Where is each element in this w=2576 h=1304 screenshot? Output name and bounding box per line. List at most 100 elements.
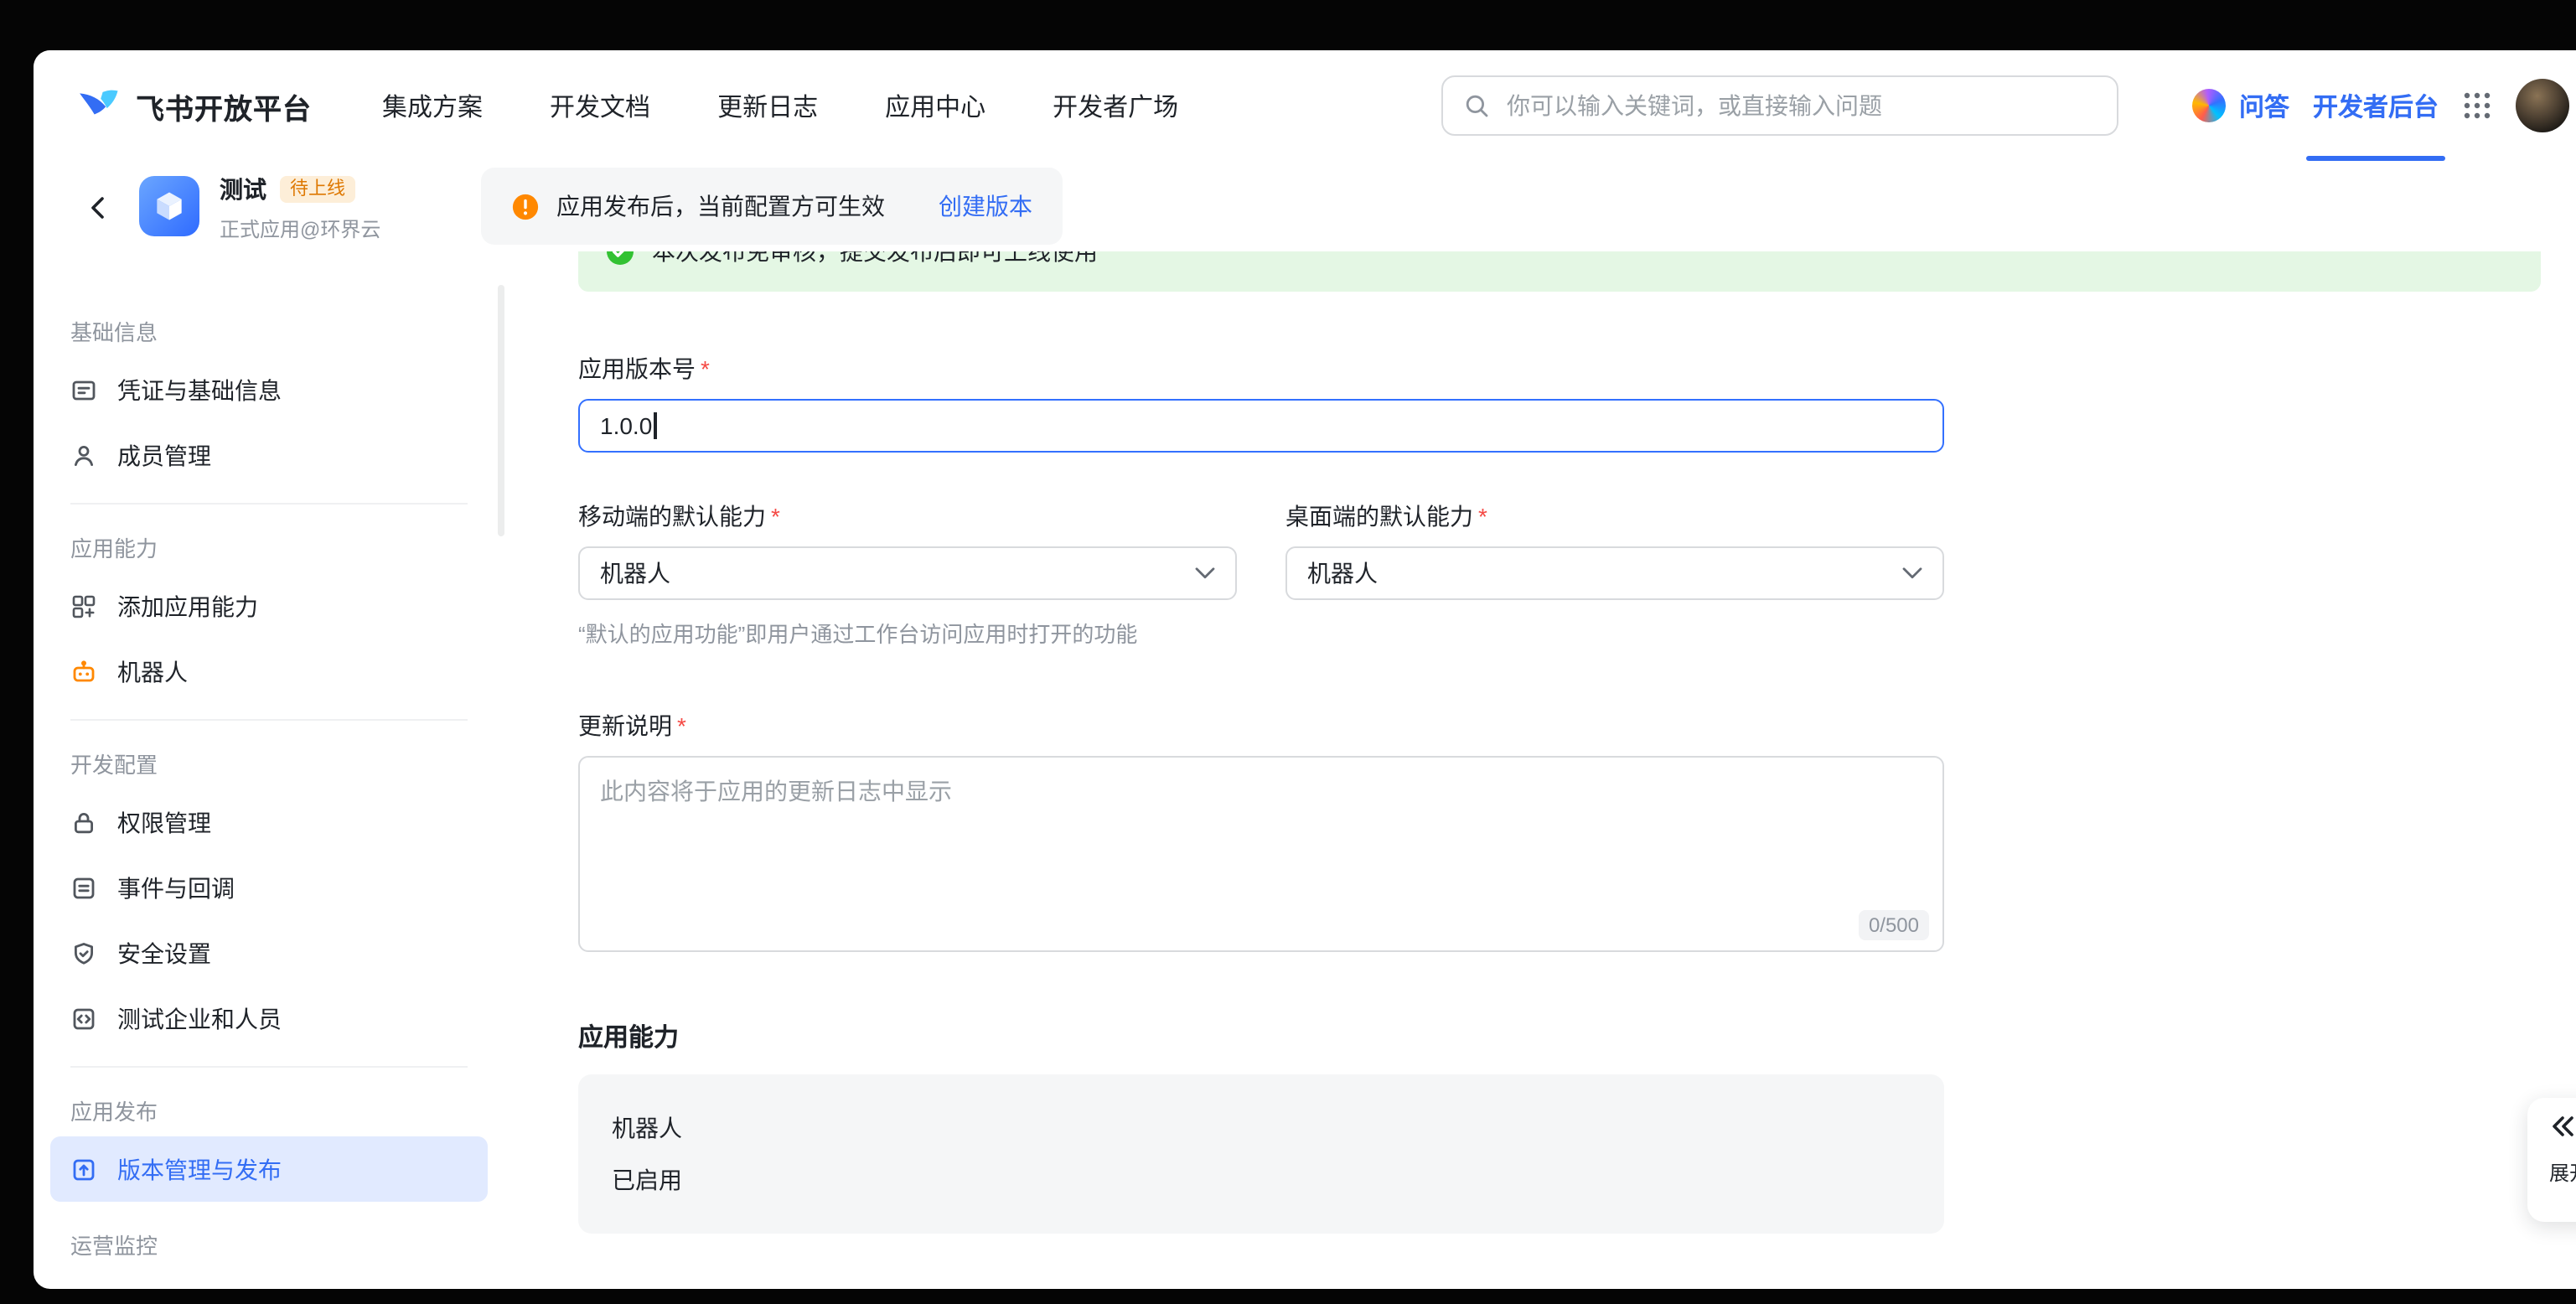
sidebar-item-label: 机器人 [117, 655, 188, 688]
sidebar-item-label: 添加应用能力 [117, 589, 258, 623]
release-notes-textarea[interactable]: 此内容将于应用的更新日志中显示 0/500 [578, 756, 1944, 952]
sidebar-item-label: 版本管理与发布 [117, 1152, 282, 1186]
sidebar-item-members[interactable]: 成员管理 [50, 422, 488, 488]
create-version-link[interactable]: 创建版本 [939, 189, 1032, 223]
nav-item-app-center[interactable]: 应用中心 [885, 88, 985, 123]
back-button[interactable] [80, 189, 117, 226]
nav-item-integration[interactable]: 集成方案 [382, 88, 483, 123]
permission-icon [70, 809, 97, 836]
event-callback-icon [70, 874, 97, 901]
sidebar-item-label: 测试企业和人员 [117, 1001, 282, 1035]
app-icon [139, 176, 199, 236]
search-box[interactable] [1441, 75, 2118, 136]
chevron-left-icon [84, 193, 114, 223]
brand: 飞书开放平台 [77, 85, 312, 127]
nav-item-dev-plaza[interactable]: 开发者广场 [1053, 88, 1178, 123]
chevron-down-icon [1195, 567, 1215, 580]
sidebar-item-label: 权限管理 [117, 805, 211, 839]
default-capability-hint: “默认的应用功能”即用户通过工作台访问应用时打开的功能 [578, 617, 2541, 649]
console-label: 开发者后台 [2313, 88, 2439, 123]
search-icon [1463, 92, 1490, 119]
sidebar-item-permissions[interactable]: 权限管理 [50, 789, 488, 855]
qa-link[interactable]: 问答 [2239, 88, 2289, 123]
sidebar-item-label: 事件与回调 [117, 871, 235, 904]
sidebar-group-title-release: 应用发布 [70, 1094, 468, 1126]
sidebar-group-title-basic: 基础信息 [70, 315, 468, 347]
sidebar-item-events-callbacks[interactable]: 事件与回调 [50, 855, 488, 920]
required-mark: * [1478, 503, 1487, 530]
version-value: 1.0.0 [600, 412, 652, 439]
sidebar-item-label: 凭证与基础信息 [117, 373, 282, 406]
active-tab-underline [2306, 156, 2445, 161]
sidebar-item-bot[interactable]: 机器人 [50, 639, 488, 704]
console-link[interactable]: 开发者后台 [2313, 50, 2439, 161]
sidebar-item-label: 安全设置 [117, 936, 211, 970]
sidebar-group-title-monitor: 运营监控 [70, 1229, 468, 1260]
release-notes-placeholder: 此内容将于应用的更新日志中显示 [600, 778, 952, 805]
sidebar-item-label: 成员管理 [117, 438, 211, 472]
desktop-capability-label: 桌面端的默认能力* [1285, 499, 1944, 533]
feishu-logo [77, 87, 121, 124]
version-label: 应用版本号* [578, 352, 2541, 386]
desktop-capability-value: 机器人 [1307, 556, 1378, 590]
expand-panel-button[interactable]: 展开 [2527, 1098, 2576, 1222]
capability-status: 已启用 [612, 1163, 1911, 1197]
chevron-down-icon [1902, 567, 1922, 580]
bot-icon [70, 658, 97, 685]
qa-gradient-icon [2192, 89, 2226, 122]
version-release-icon [70, 1156, 97, 1182]
members-icon [70, 442, 97, 468]
success-banner: 本次发布免审核，提交发布后即可上线使用 [578, 251, 2541, 292]
sidebar-item-version-release[interactable]: 版本管理与发布 [50, 1136, 488, 1202]
mobile-capability-select[interactable]: 机器人 [578, 546, 1237, 600]
mobile-capability-label: 移动端的默认能力* [578, 499, 1237, 533]
version-input[interactable]: 1.0.0 [578, 399, 1944, 453]
header-actions: 问答 开发者后台 [2192, 50, 2573, 161]
brand-title: 飞书开放平台 [136, 85, 312, 127]
text-caret [654, 412, 656, 439]
sidebar: 基础信息 凭证与基础信息 成员管理 应用能力 添加应用能力 [50, 265, 488, 1289]
primary-nav: 集成方案 开发文档 更新日志 应用中心 开发者广场 [382, 88, 1178, 123]
capability-panel: 机器人 已启用 [578, 1074, 1944, 1234]
sidebar-group-title-devconfig: 开发配置 [70, 748, 468, 779]
expand-label: 展开 [2549, 1158, 2576, 1187]
mobile-capability-value: 机器人 [600, 556, 670, 590]
security-icon [70, 939, 97, 966]
main-content: 本次发布免审核，提交发布后即可上线使用 应用版本号* 1.0.0 移动端的默认能… [578, 251, 2541, 1289]
capability-section-title: 应用能力 [578, 1019, 2541, 1054]
double-chevron-left-icon [2549, 1115, 2576, 1138]
required-mark: * [771, 503, 780, 530]
app-meta: 测试 待上线 正式应用@环界云 [220, 173, 380, 243]
cube-icon [151, 188, 188, 225]
release-notes-label: 更新说明* [578, 709, 2541, 743]
sidebar-item-test-users[interactable]: 测试企业和人员 [50, 986, 488, 1051]
status-badge: 待上线 [280, 176, 355, 203]
warning-icon [511, 192, 540, 220]
avatar[interactable] [2516, 79, 2569, 132]
sidebar-group-title-capability: 应用能力 [70, 531, 468, 563]
char-counter: 0/500 [1859, 910, 1929, 940]
desktop-capability-select[interactable]: 机器人 [1285, 546, 1944, 600]
sidebar-item-credentials[interactable]: 凭证与基础信息 [50, 357, 488, 422]
success-check-icon [605, 251, 635, 266]
divider [70, 503, 468, 505]
capability-name: 机器人 [612, 1111, 1911, 1145]
nav-item-changelog[interactable]: 更新日志 [717, 88, 818, 123]
required-mark: * [677, 712, 686, 739]
alert-text: 应用发布后，当前配置方可生效 [556, 189, 885, 223]
sidebar-item-security[interactable]: 安全设置 [50, 920, 488, 986]
app-subtitle: 正式应用@环界云 [220, 215, 380, 243]
apps-grid-icon[interactable] [2462, 91, 2492, 121]
success-banner-text: 本次发布免审核，提交发布后即可上线使用 [652, 251, 1098, 268]
desktop-background: 飞书开放平台 集成方案 开发文档 更新日志 应用中心 开发者广场 问答 [0, 0, 2576, 1304]
sidebar-item-add-capability[interactable]: 添加应用能力 [50, 573, 488, 639]
app-window: 飞书开放平台 集成方案 开发文档 更新日志 应用中心 开发者广场 问答 [34, 50, 2576, 1289]
publish-alert-banner: 应用发布后，当前配置方可生效 创建版本 [481, 168, 1063, 245]
required-mark: * [701, 355, 710, 382]
test-users-icon [70, 1005, 97, 1032]
sidebar-scrollbar[interactable] [498, 285, 504, 536]
nav-item-docs[interactable]: 开发文档 [550, 88, 650, 123]
search-input[interactable] [1503, 91, 2097, 121]
divider [70, 1066, 468, 1068]
credential-icon [70, 376, 97, 403]
